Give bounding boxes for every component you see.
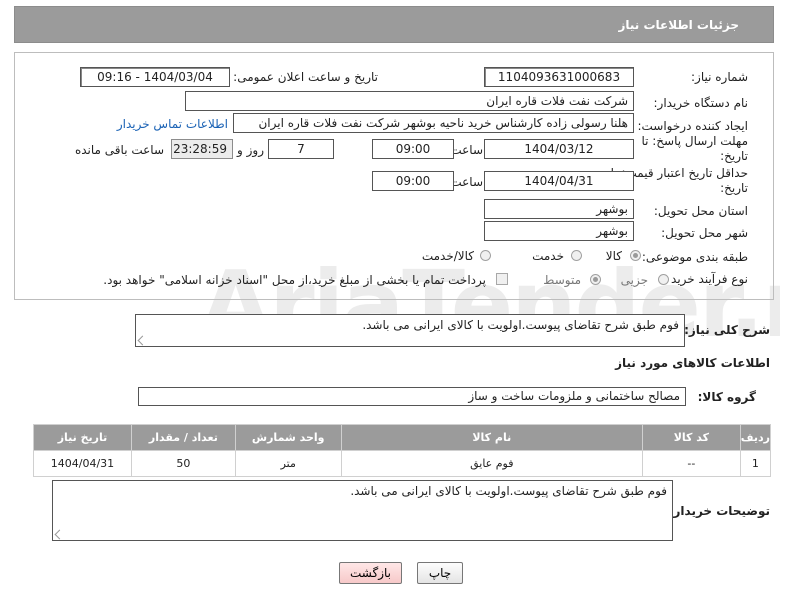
col-row-number: ردیف [739, 424, 772, 451]
treasury-payment-checkbox[interactable] [496, 273, 508, 285]
cell-need-date: 1404/04/31 [33, 450, 132, 477]
goods-table-header: ردیف کد کالا نام کالا واحد شمارش تعداد /… [33, 424, 772, 451]
cell-row-number: 1 [739, 450, 772, 477]
description-text: فوم طبق شرح تقاضای پیوست.اولویت با کالای… [362, 318, 679, 332]
buyer-contact-link[interactable]: اطلاعات تماس خریدار [117, 117, 228, 131]
buyer-notes-text: فوم طبق شرح تقاضای پیوست.اولویت با کالای… [350, 484, 667, 498]
goods-group-label: گروه کالا: [697, 390, 756, 404]
goods-table: ردیف کد کالا نام کالا واحد شمارش تعداد /… [33, 424, 772, 477]
city-field[interactable]: بوشهر [484, 221, 634, 241]
buyer-org-field[interactable]: شرکت نفت فلات قاره ایران [185, 91, 634, 111]
treasury-payment-note: پرداخت تمام یا بخشی از مبلغ خرید،از محل … [103, 273, 486, 287]
min-validity-time-field[interactable]: 09:00 [372, 171, 454, 191]
province-label: استان محل تحویل: [653, 204, 748, 218]
goods-group-field[interactable]: مصالح ساختمانی و ملزومات ساخت و ساز [138, 387, 686, 406]
process-type-label: نوع فرآیند خرید : [663, 272, 748, 286]
process-radio-minor[interactable] [658, 274, 669, 285]
deadline-date-field[interactable]: 1404/03/12 [484, 139, 634, 159]
table-row[interactable]: 1 -- فوم عایق متر 50 1404/04/31 [33, 450, 772, 477]
col-need-date: تاریخ نیاز [33, 424, 132, 451]
goods-section-title: اطلاعات کالاهای مورد نیاز [615, 356, 770, 370]
days-label: روز و [237, 143, 264, 157]
category-label: طبقه بندی موضوعی: [641, 250, 748, 264]
print-button[interactable]: چاپ [417, 562, 463, 584]
panel-header: جزئیات اطلاعات نیاز [14, 6, 774, 43]
category-option-service: خدمت [532, 249, 564, 263]
min-validity-time-label: ساعت [450, 175, 483, 189]
category-option-goods: کالا [605, 249, 622, 263]
deadline-label: مهلت ارسال پاسخ: تا تاریخ: [641, 134, 748, 163]
col-unit: واحد شمارش [234, 424, 342, 451]
process-radio-medium[interactable] [590, 274, 601, 285]
process-option-minor: جزیی [620, 273, 648, 287]
cell-quantity: 50 [130, 450, 236, 477]
cell-unit: متر [234, 450, 342, 477]
city-label: شهر محل تحویل: [661, 226, 748, 240]
announce-date-label: تاریخ و ساعت اعلان عمومی: [233, 70, 378, 84]
deadline-time-label: ساعت [450, 143, 483, 157]
category-radio-service[interactable] [571, 250, 582, 261]
buyer-org-label: نام دستگاه خریدار: [653, 96, 749, 110]
category-radio-goods[interactable] [630, 250, 641, 261]
cell-item-name: فوم عایق [340, 450, 643, 477]
deadline-time-field[interactable]: 09:00 [372, 139, 454, 159]
need-number-label: شماره نیاز: [691, 70, 748, 84]
page-title: جزئیات اطلاعات نیاز [618, 18, 739, 32]
need-number-field[interactable]: 1104093631000683 [484, 67, 634, 87]
buyer-notes-textarea[interactable]: فوم طبق شرح تقاضای پیوست.اولویت با کالای… [52, 480, 673, 541]
buyer-notes-label: توضیحات خریدار: [668, 504, 770, 518]
remaining-time-field: 23:28:59 [171, 139, 233, 159]
announce-date-field[interactable]: 1404/03/04 - 09:16 [80, 67, 230, 87]
remaining-time-label: ساعت باقی مانده [74, 143, 164, 157]
min-validity-date-field[interactable]: 1404/04/31 [484, 171, 634, 191]
category-radio-goods-service[interactable] [480, 250, 491, 261]
process-option-medium: متوسط [543, 273, 581, 287]
description-textarea[interactable]: فوم طبق شرح تقاضای پیوست.اولویت با کالای… [135, 314, 685, 347]
col-item-code: کد کالا [641, 424, 741, 451]
col-item-name: نام کالا [340, 424, 643, 451]
description-label: شرح کلی نیاز: [684, 323, 770, 337]
creator-label: ایجاد کننده درخواست: [637, 119, 748, 133]
back-button[interactable]: بازگشت [339, 562, 402, 584]
col-quantity: تعداد / مقدار [130, 424, 236, 451]
cell-item-code: -- [641, 450, 741, 477]
province-field[interactable]: بوشهر [484, 199, 634, 219]
category-option-goods-service: کالا/خدمت [421, 249, 474, 263]
days-field[interactable]: 7 [268, 139, 334, 159]
creator-field[interactable]: هلنا رسولی زاده کارشناس خرید ناحیه بوشهر… [233, 113, 634, 133]
